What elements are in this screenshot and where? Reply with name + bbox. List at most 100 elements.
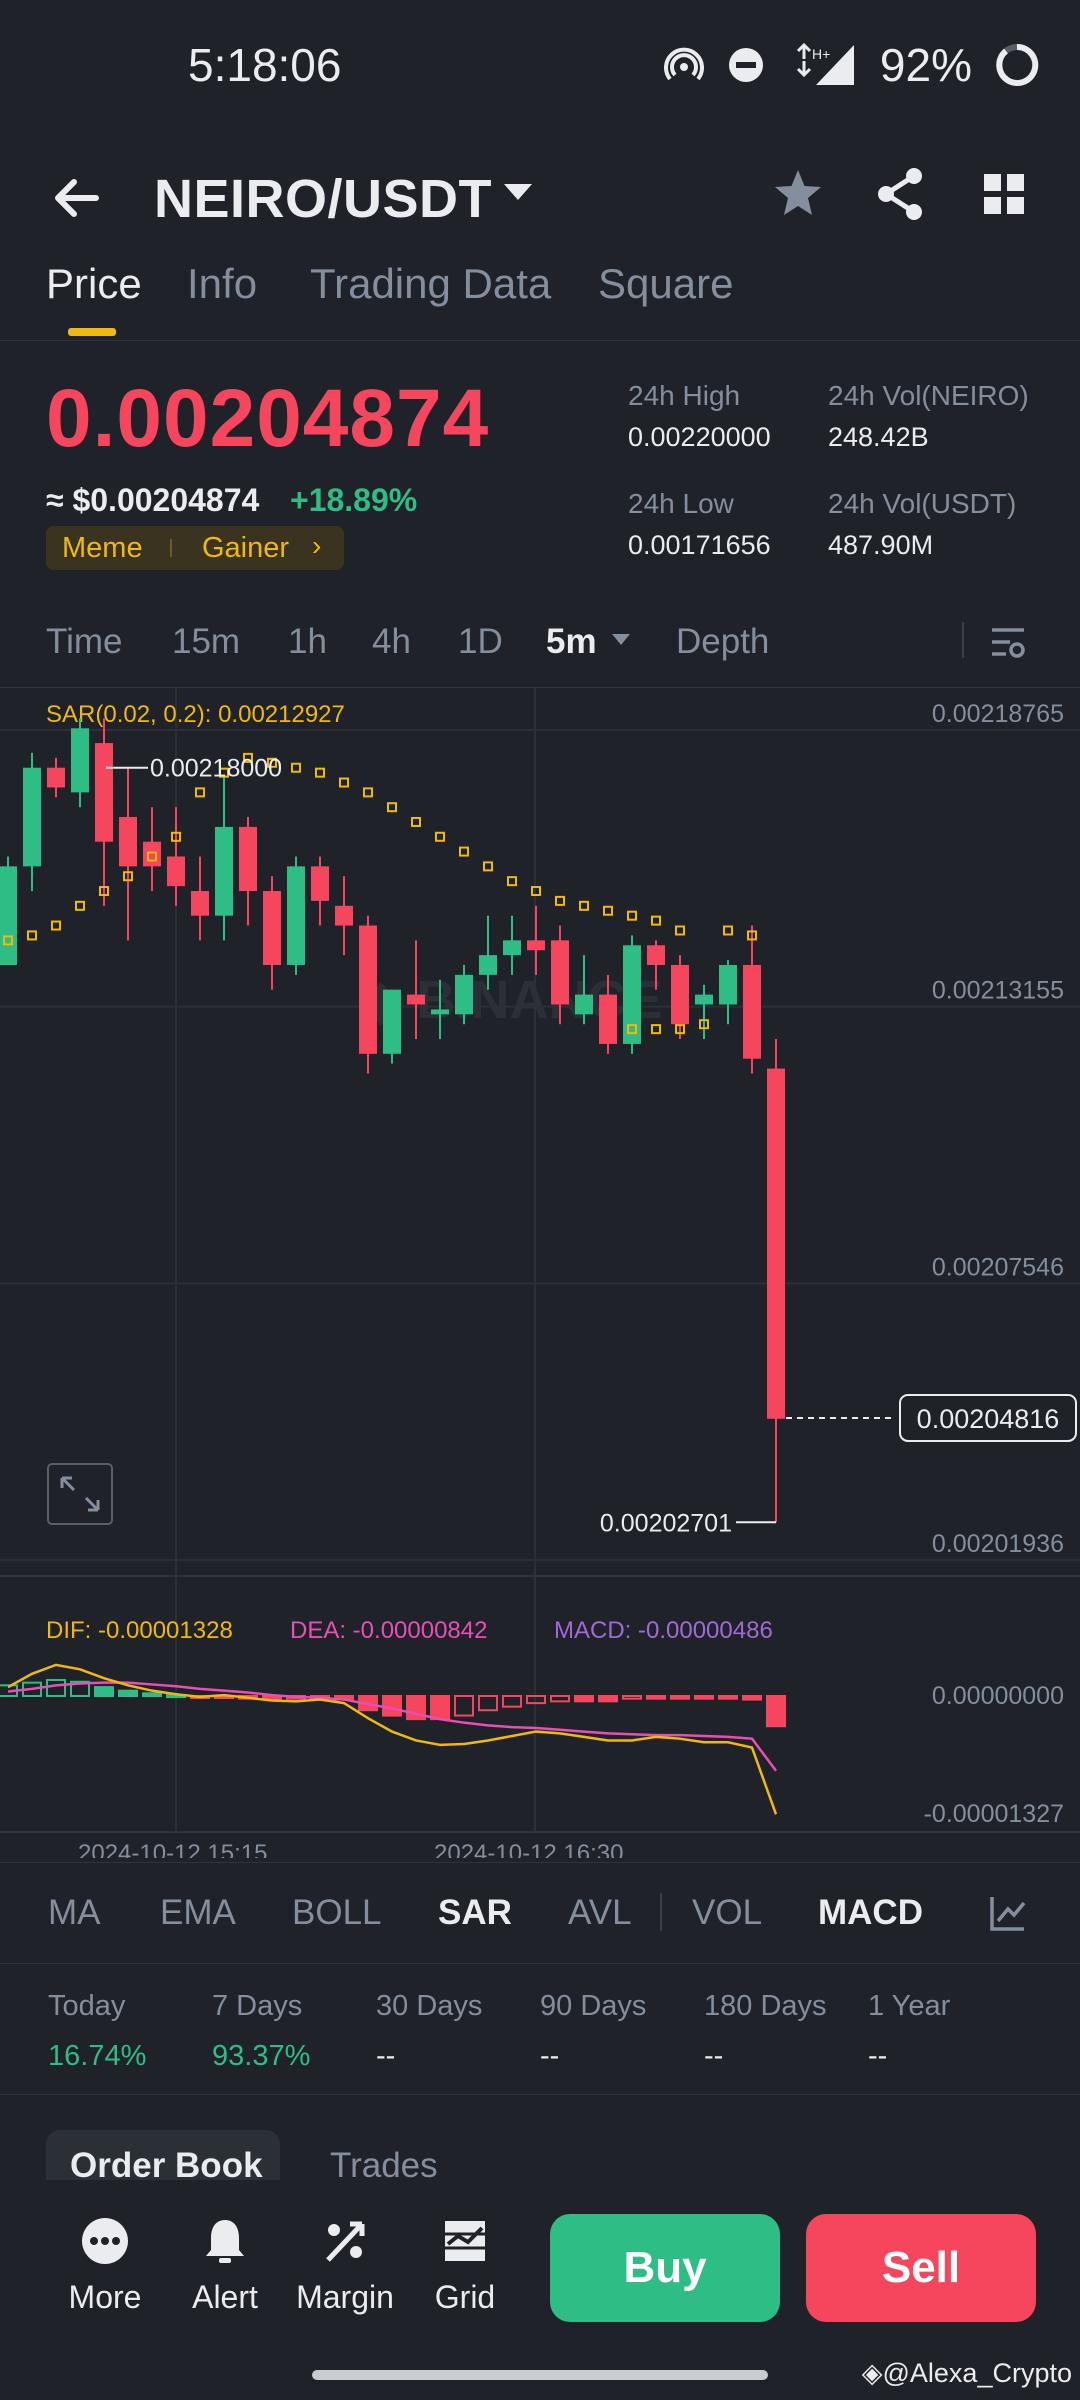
perf-value-today: 16.74% [48, 2040, 147, 2072]
interval-4h[interactable]: 4h [372, 622, 411, 662]
home-indicator[interactable] [312, 2370, 768, 2380]
sar-dot [291, 762, 301, 773]
candlestick-chart[interactable]: SAR(0.02, 0.2): 0.00212927 ◆ BINANCE 0.0… [0, 688, 1080, 1858]
margin-icon [326, 2221, 365, 2262]
high-label: 24h High [628, 380, 741, 411]
grid-view-icon[interactable] [972, 162, 1036, 226]
perf-label-180d: 180 Days [704, 1990, 827, 2022]
tab-trading-data[interactable]: Trading Data [310, 260, 551, 308]
tag-chips[interactable]: Meme Gainer › [46, 526, 344, 570]
macd-bar [598, 1695, 618, 1703]
sar-dot [435, 831, 445, 842]
macd-bar [694, 1695, 714, 1700]
app-header: NEIRO/USDT [0, 140, 1080, 260]
bell-icon [206, 2220, 244, 2263]
perf-value-90d: -- [540, 2040, 560, 2072]
tab-square[interactable]: Square [598, 260, 733, 308]
y-tick-label: 0.00213155 [932, 977, 1064, 1005]
macd-bar [118, 1689, 138, 1698]
current-price-value: 0.00204816 [917, 1404, 1060, 1434]
tab-info[interactable]: Info [187, 260, 257, 308]
candle-body [671, 965, 689, 1025]
battery-percent: 92% [879, 39, 972, 91]
star-icon[interactable] [766, 162, 830, 226]
candle-body [479, 955, 497, 975]
nav-margin[interactable]: Margin [290, 2216, 400, 2316]
candle-body [191, 891, 209, 916]
candle-body [143, 841, 161, 867]
sar-dot [723, 925, 733, 936]
nav-alert[interactable]: Alert [170, 2216, 280, 2316]
macd-dif-label: DIF: -0.00001328 [46, 1617, 233, 1644]
candle-body [311, 866, 329, 901]
candle-body [263, 891, 281, 966]
back-arrow-icon[interactable] [48, 170, 104, 226]
signal-icon: H+ [796, 43, 854, 85]
status-icons: H+ 92% [663, 38, 1040, 92]
high-value: 0.00220000 [628, 422, 771, 452]
macd-bar [454, 1695, 474, 1717]
buy-button[interactable]: Buy [550, 2214, 780, 2322]
usd-price: ≈ $0.00204874 [46, 482, 260, 518]
sar-dot [75, 900, 85, 911]
candle-body [503, 940, 521, 956]
sar-dot [339, 777, 349, 788]
candle-body [623, 945, 641, 1044]
macd-bar [766, 1695, 786, 1728]
sar-dot [195, 787, 205, 798]
interval-15m[interactable]: 15m [172, 622, 240, 662]
sell-button[interactable]: Sell [806, 2214, 1036, 2322]
macd-bar [550, 1695, 570, 1703]
candle-body [743, 965, 761, 1059]
macd-bar [574, 1695, 594, 1703]
candle-body [695, 994, 713, 1005]
dnd-icon [728, 48, 763, 82]
depth-tab[interactable]: Depth [676, 622, 769, 662]
candle-body [95, 743, 113, 842]
pair-selector[interactable]: NEIRO/USDT [154, 168, 492, 230]
candle-body [119, 817, 137, 867]
x-tick-label: 2024-10-12 15:15 [78, 1840, 268, 1858]
indicator-settings-icon[interactable] [988, 1893, 1028, 1933]
interval-5m[interactable]: 5m [546, 622, 597, 662]
share-icon[interactable] [868, 162, 932, 226]
perf-value-7d: 93.37% [212, 2040, 311, 2072]
perf-label-today: Today [48, 1990, 126, 2022]
candle-body [0, 866, 17, 966]
sar-dot [507, 876, 517, 887]
fullscreen-button[interactable] [47, 1463, 113, 1525]
macd-bar [430, 1695, 450, 1721]
nav-more-label: More [68, 2279, 142, 2315]
indicator-macd[interactable]: MACD [818, 1893, 923, 1933]
perf-label-7d: 7 Days [212, 1990, 303, 2022]
candle-body [647, 945, 665, 966]
nav-grid[interactable]: Grid [410, 2216, 520, 2316]
indicator-boll[interactable]: BOLL [292, 1893, 382, 1933]
indicator-vol[interactable]: VOL [692, 1893, 762, 1933]
tag-gainer[interactable]: Gainer [202, 532, 289, 565]
toolbar-divider [962, 622, 964, 658]
indicator-ema[interactable]: EMA [160, 1893, 236, 1933]
macd-dea-label: DEA: -0.00000842 [290, 1617, 487, 1644]
tag-meme[interactable]: Meme [62, 532, 143, 565]
indicator-ma[interactable]: MA [48, 1893, 101, 1933]
sar-dot [483, 861, 493, 872]
interval-1h[interactable]: 1h [288, 622, 327, 662]
candle-body [551, 940, 569, 1005]
interval-dropdown-icon[interactable] [612, 634, 630, 645]
sar-dot [51, 920, 61, 931]
chart-settings-icon[interactable] [988, 622, 1028, 662]
perf-value-1y: -- [868, 2040, 888, 2072]
indicator-avl[interactable]: AVL [568, 1893, 632, 1933]
nav-more[interactable]: More [50, 2216, 160, 2316]
y-tick-label: 0.00201936 [932, 1530, 1064, 1558]
perf-label-90d: 90 Days [540, 1990, 647, 2022]
sar-dot [555, 895, 565, 906]
chevron-down-icon[interactable] [504, 184, 532, 200]
nav-grid-label: Grid [434, 2279, 496, 2315]
interval-time[interactable]: Time [46, 622, 122, 662]
interval-1d[interactable]: 1D [458, 622, 503, 662]
tab-price[interactable]: Price [46, 260, 142, 308]
indicator-sar[interactable]: SAR [438, 1893, 512, 1933]
sar-indicator-label: SAR(0.02, 0.2): 0.00212927 [46, 701, 345, 728]
